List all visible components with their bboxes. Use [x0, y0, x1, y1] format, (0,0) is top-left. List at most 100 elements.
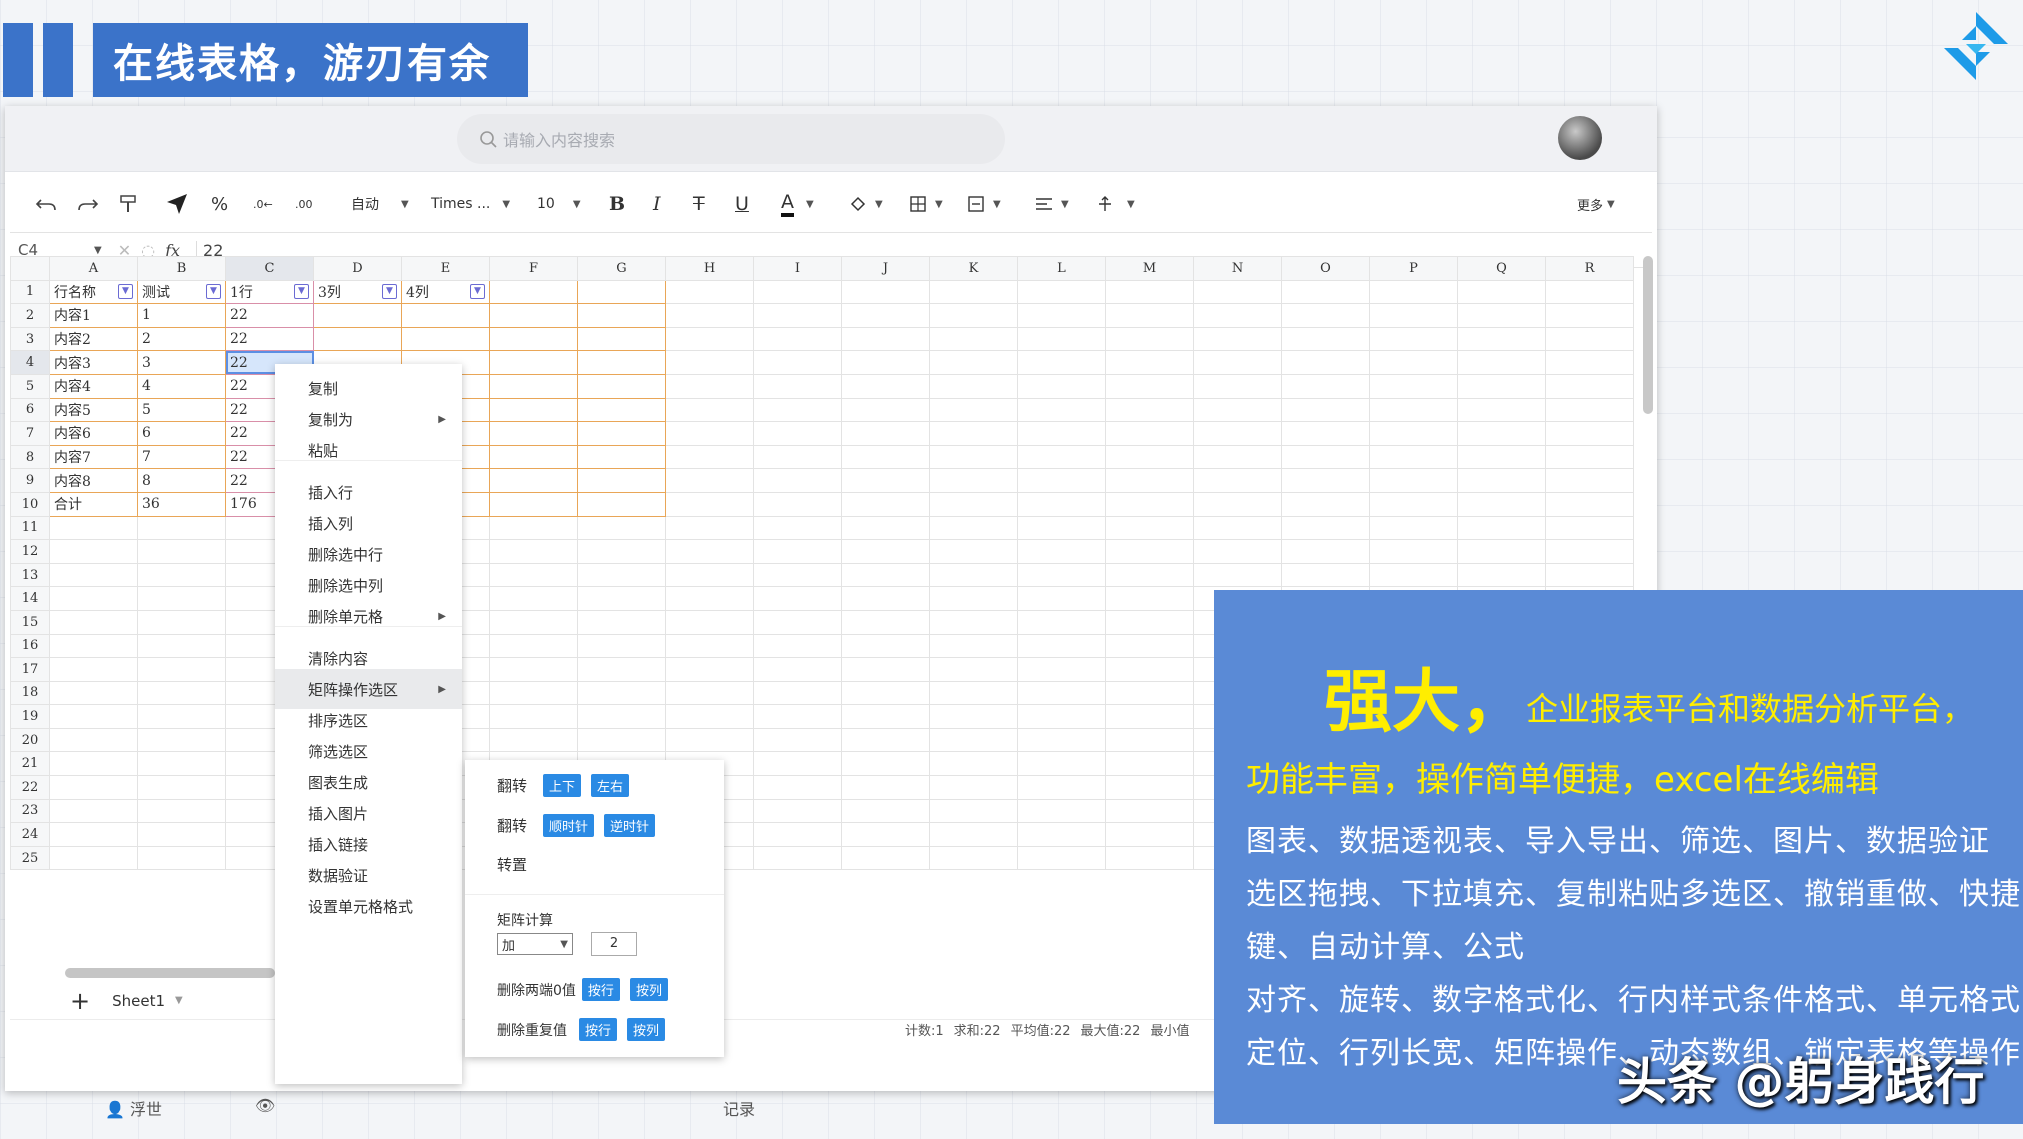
grid-cell[interactable] — [753, 822, 842, 847]
row-header[interactable]: 24 — [10, 822, 50, 847]
grid-cell[interactable] — [49, 539, 138, 564]
filter-dropdown-icon[interactable]: ▼ — [294, 283, 309, 299]
grid-cell[interactable] — [1193, 303, 1282, 328]
grid-cell[interactable] — [1193, 326, 1282, 352]
grid-cell[interactable]: 内容3 — [49, 350, 138, 375]
grid-cell[interactable] — [753, 586, 842, 611]
grid-cell[interactable] — [841, 586, 930, 611]
grid-cell[interactable] — [1369, 444, 1458, 470]
grid-cell[interactable] — [1545, 326, 1634, 352]
grid-cell[interactable] — [1105, 798, 1194, 824]
grid-cell[interactable] — [841, 326, 930, 352]
grid-cell[interactable] — [313, 303, 402, 328]
grid-cell[interactable] — [1017, 633, 1106, 659]
column-header[interactable]: N — [1193, 256, 1282, 281]
row-header[interactable]: 8 — [10, 444, 50, 470]
grid-cell[interactable] — [1017, 562, 1106, 588]
grid-cell[interactable] — [753, 775, 842, 800]
grid-cell[interactable] — [753, 350, 842, 375]
grid-cell[interactable] — [1457, 397, 1546, 423]
grid-cell[interactable] — [489, 586, 578, 611]
vertical-scrollbar[interactable] — [1643, 256, 1653, 414]
grid-cell[interactable] — [137, 539, 226, 564]
grid-cell[interactable] — [137, 822, 226, 847]
grid-cell[interactable] — [1457, 421, 1546, 446]
grid-cell[interactable] — [841, 822, 930, 847]
row-header[interactable]: 17 — [10, 657, 50, 682]
column-header[interactable]: C — [225, 256, 314, 281]
grid-cell[interactable] — [929, 303, 1018, 328]
grid-cell[interactable] — [1193, 444, 1282, 470]
grid-cell[interactable] — [1105, 468, 1194, 493]
flip-leftright-button[interactable]: 左右 — [591, 774, 630, 797]
grid-cell[interactable] — [1457, 562, 1546, 588]
grid-cell[interactable] — [49, 822, 138, 847]
grid-cell[interactable] — [929, 751, 1018, 777]
grid-cell[interactable]: 内容4 — [49, 373, 138, 399]
grid-cell[interactable] — [489, 326, 578, 352]
grid-cell[interactable] — [1017, 491, 1106, 517]
grid-cell[interactable] — [1281, 303, 1370, 328]
row-header[interactable]: 2 — [10, 303, 50, 328]
grid-cell[interactable] — [489, 609, 578, 635]
grid-cell[interactable] — [1545, 562, 1634, 588]
grid-cell[interactable] — [1193, 279, 1282, 305]
grid-cell[interactable] — [577, 539, 666, 564]
grid-cell[interactable] — [401, 303, 490, 328]
grid-cell[interactable] — [753, 633, 842, 659]
grid-cell[interactable] — [1281, 491, 1370, 517]
grid-cell[interactable] — [665, 491, 754, 517]
row-header[interactable]: 23 — [10, 798, 50, 824]
grid-cell[interactable] — [929, 491, 1018, 517]
grid-cell[interactable] — [841, 562, 930, 588]
filter-dropdown-icon[interactable]: ▼ — [382, 283, 397, 299]
row-header[interactable]: 12 — [10, 539, 50, 564]
grid-cell[interactable] — [137, 798, 226, 824]
grid-cell[interactable]: 6 — [137, 421, 226, 446]
row-header[interactable]: 10 — [10, 491, 50, 517]
column-header[interactable]: A — [49, 256, 138, 281]
grid-cell[interactable] — [1457, 303, 1546, 328]
grid-cell[interactable]: 5 — [137, 397, 226, 423]
grid-cell[interactable] — [1017, 444, 1106, 470]
rotate-counterclockwise-button[interactable]: 逆时针 — [604, 814, 656, 837]
grid-cell[interactable] — [1545, 421, 1634, 446]
operator-select[interactable]: 加 ▼ — [497, 933, 573, 955]
grid-cell[interactable] — [665, 609, 754, 635]
grid-cell[interactable] — [929, 444, 1018, 470]
grid-cell[interactable] — [1193, 397, 1282, 423]
row-header[interactable]: 7 — [10, 421, 50, 446]
grid-cell[interactable] — [489, 515, 578, 541]
grid-cell[interactable]: 行名称 ▼ — [49, 279, 138, 305]
grid-cell[interactable] — [1281, 562, 1370, 588]
grid-cell[interactable] — [665, 444, 754, 470]
horizontal-scrollbar[interactable] — [65, 968, 275, 978]
grid-cell[interactable] — [577, 609, 666, 635]
grid-cell[interactable] — [1281, 444, 1370, 470]
grid-cell[interactable] — [1017, 373, 1106, 399]
grid-cell[interactable] — [841, 633, 930, 659]
grid-cell[interactable] — [1105, 586, 1194, 611]
grid-cell[interactable] — [137, 845, 226, 871]
grid-cell[interactable] — [49, 633, 138, 659]
grid-cell[interactable] — [489, 539, 578, 564]
grid-cell[interactable] — [1281, 350, 1370, 375]
grid-cell[interactable] — [1369, 421, 1458, 446]
grid-cell[interactable] — [841, 657, 930, 682]
menu-item[interactable]: 删除单元格 ▶ — [275, 596, 462, 636]
grid-cell[interactable] — [753, 303, 842, 328]
grid-cell[interactable] — [929, 350, 1018, 375]
underline-button[interactable]: U — [735, 193, 749, 215]
grid-cell[interactable] — [577, 397, 666, 423]
grid-cell[interactable] — [1105, 326, 1194, 352]
grid-cell[interactable] — [1105, 775, 1194, 800]
search-box[interactable]: 请输入内容搜索 — [457, 114, 1005, 164]
grid-cell[interactable] — [577, 680, 666, 706]
grid-cell[interactable] — [929, 822, 1018, 847]
row-header[interactable]: 16 — [10, 633, 50, 659]
grid-cell[interactable] — [929, 633, 1018, 659]
grid-cell[interactable] — [1193, 515, 1282, 541]
grid-cell[interactable] — [1281, 397, 1370, 423]
grid-cell[interactable] — [1369, 303, 1458, 328]
grid-cell[interactable] — [841, 798, 930, 824]
